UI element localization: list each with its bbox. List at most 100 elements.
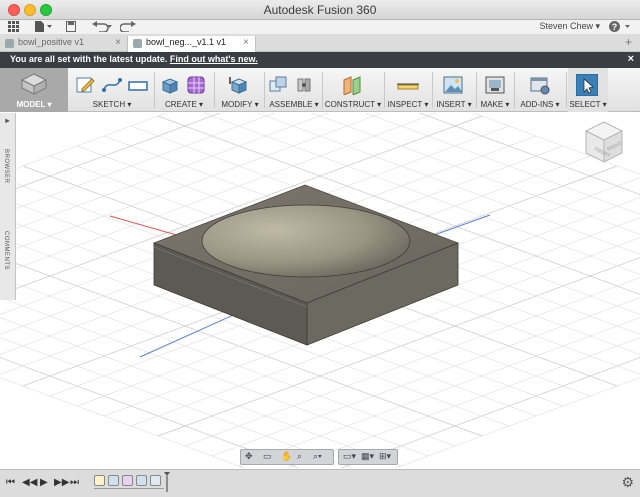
timeline-form-item[interactable] bbox=[122, 475, 133, 486]
toolbar-separator bbox=[566, 72, 567, 108]
close-tab-icon[interactable]: × bbox=[243, 37, 249, 48]
file-menu-icon[interactable] bbox=[34, 21, 52, 35]
press-pull-icon bbox=[229, 77, 248, 94]
step-back-icon[interactable]: ◀◀ bbox=[22, 477, 37, 488]
display-settings: ▭▾ ▦▾ ⊞▾ bbox=[338, 449, 398, 465]
look-at-icon[interactable]: ▭ bbox=[263, 451, 272, 462]
scripts-addins-icon bbox=[530, 77, 550, 95]
select-cursor-icon bbox=[576, 74, 598, 96]
assemble-group[interactable]: ASSEMBLE ▾ bbox=[266, 68, 322, 112]
browser-expand-icon[interactable]: ▸ bbox=[3, 116, 12, 126]
window-title: Autodesk Fusion 360 bbox=[263, 3, 377, 17]
zoom-window-icon[interactable]: ⌕▾ bbox=[313, 451, 322, 462]
inspect-group[interactable]: INSPECT ▾ bbox=[386, 68, 430, 112]
tab-bowl-negative[interactable]: bowl_neg..._v1.1 v1 × bbox=[128, 36, 256, 52]
joint-icon bbox=[297, 78, 311, 92]
toolbar-separator bbox=[154, 72, 155, 108]
document-icon bbox=[5, 39, 14, 48]
modify-label: MODIFY ▾ bbox=[221, 100, 259, 109]
viewport-scene bbox=[0, 55, 640, 497]
timeline-component-item[interactable] bbox=[150, 475, 161, 486]
document-icon bbox=[133, 39, 142, 48]
form-create-icon bbox=[187, 76, 205, 94]
toolbar-separator bbox=[432, 72, 433, 108]
tab-bowl-positive[interactable]: bowl_positive v1 × bbox=[0, 36, 128, 52]
extrude-icon bbox=[161, 78, 179, 94]
browser-panel-collapsed[interactable]: ▸ BROWSER COMMENTS bbox=[0, 113, 16, 300]
insert-group[interactable]: INSERT ▾ bbox=[434, 68, 474, 112]
display-settings-icon[interactable]: ▭▾ bbox=[343, 451, 356, 462]
go-to-end-icon[interactable]: ⏭ bbox=[70, 477, 79, 488]
notification-message: You are all set with the latest update. bbox=[10, 54, 168, 64]
viewcube[interactable]: FRONT RIGHT bbox=[584, 120, 624, 164]
update-notification-bar: You are all set with the latest update. … bbox=[0, 52, 640, 68]
window-titlebar: Autodesk Fusion 360 bbox=[0, 0, 640, 20]
sketch-label: SKETCH ▾ bbox=[92, 100, 132, 109]
user-name: Steven Chew bbox=[539, 21, 593, 31]
undo-icon[interactable] bbox=[92, 21, 112, 35]
data-panel-grid-icon[interactable] bbox=[8, 21, 19, 35]
bowl-cavity bbox=[201, 204, 411, 278]
toolbar-separator bbox=[476, 72, 477, 108]
save-icon[interactable] bbox=[66, 21, 76, 35]
tab-label: bowl_neg..._v1.1 v1 bbox=[146, 37, 227, 47]
help-glyph: ? bbox=[612, 22, 618, 32]
timeline-extrude-item[interactable] bbox=[108, 475, 119, 486]
user-account-menu[interactable]: Steven Chew ▾ bbox=[539, 21, 600, 32]
close-notification-button[interactable]: × bbox=[628, 53, 634, 65]
comments-panel-label[interactable]: COMMENTS bbox=[3, 231, 9, 270]
navigation-tools: ✥ ▭ ✋ ⌕ ⌕▾ bbox=[240, 449, 334, 465]
insert-label: INSERT ▾ bbox=[436, 100, 472, 109]
create-sketch-icon bbox=[76, 77, 95, 93]
navigation-bar: ✥ ▭ ✋ ⌕ ⌕▾ ▭▾ ▦▾ ⊞▾ bbox=[240, 449, 400, 465]
timeline-modify-item[interactable] bbox=[136, 475, 147, 486]
timeline-marker[interactable] bbox=[164, 472, 170, 492]
toolbar-separator bbox=[264, 72, 265, 108]
toolbar-separator bbox=[384, 72, 385, 108]
play-icon[interactable]: ▶ bbox=[40, 477, 48, 488]
timeline-bar: ⏮ ◀◀ ▶ ▶▶ ⏭ ⚙ bbox=[0, 469, 640, 497]
quick-access-bar: Steven Chew ▾ ? bbox=[0, 20, 640, 34]
construct-label: CONSTRUCT ▾ bbox=[324, 100, 382, 109]
pan-hand-icon[interactable]: ✋ bbox=[281, 451, 292, 462]
select-group[interactable]: SELECT ▾ bbox=[568, 68, 608, 112]
create-label: CREATE ▾ bbox=[164, 100, 204, 109]
viewports-icon[interactable]: ⊞▾ bbox=[379, 451, 391, 462]
go-to-start-icon[interactable]: ⏮ bbox=[6, 477, 15, 488]
zoom-icon[interactable]: ⌕ bbox=[297, 451, 302, 462]
make-group[interactable]: MAKE ▾ bbox=[478, 68, 512, 112]
orbit-icon[interactable]: ✥ bbox=[245, 451, 253, 462]
model-label: MODEL ▾ bbox=[16, 100, 52, 109]
redo-icon[interactable] bbox=[119, 21, 140, 35]
toolbar-separator bbox=[214, 72, 215, 108]
modify-group[interactable]: MODIFY ▾ bbox=[216, 68, 264, 112]
timeline-sketch-item[interactable] bbox=[94, 475, 105, 486]
toolbar-separator bbox=[322, 72, 323, 108]
sketch-group[interactable]: SKETCH ▾ bbox=[72, 68, 152, 112]
tab-label: bowl_positive v1 bbox=[18, 37, 85, 47]
inspect-label: INSPECT ▾ bbox=[387, 100, 429, 109]
construct-group[interactable]: CONSTRUCT ▾ bbox=[324, 68, 382, 112]
assemble-label: ASSEMBLE ▾ bbox=[269, 100, 319, 109]
timeline-settings-gear-icon[interactable]: ⚙ bbox=[621, 474, 634, 491]
3d-viewport[interactable] bbox=[0, 55, 640, 497]
ribbon-toolbar: MODEL ▾ SKETCH ▾ CREATE ▾ MODIFY ▾ ASSEM… bbox=[0, 68, 640, 112]
new-tab-icon[interactable]: + bbox=[625, 35, 632, 49]
new-component-icon bbox=[269, 76, 287, 92]
timeline-track bbox=[94, 488, 164, 489]
step-forward-icon[interactable]: ▶▶ bbox=[54, 477, 69, 488]
create-group[interactable]: CREATE ▾ bbox=[156, 68, 212, 112]
viewcube-graphic: FRONT RIGHT bbox=[584, 121, 624, 163]
insert-image-icon bbox=[443, 76, 463, 94]
make-label: MAKE ▾ bbox=[480, 100, 510, 109]
workspace-switcher-model[interactable]: MODEL ▾ bbox=[0, 68, 68, 112]
whats-new-link[interactable]: Find out what's new. bbox=[170, 54, 258, 64]
measure-icon bbox=[397, 83, 419, 90]
sketch-line-icon bbox=[102, 78, 122, 92]
browser-panel-label[interactable]: BROWSER bbox=[3, 149, 9, 184]
bowl-body[interactable] bbox=[152, 184, 460, 346]
close-tab-icon[interactable]: × bbox=[115, 37, 121, 48]
addins-label: ADD-INS ▾ bbox=[520, 100, 560, 109]
grid-snap-icon[interactable]: ▦▾ bbox=[361, 451, 374, 462]
addins-group[interactable]: ADD-INS ▾ bbox=[516, 68, 564, 112]
